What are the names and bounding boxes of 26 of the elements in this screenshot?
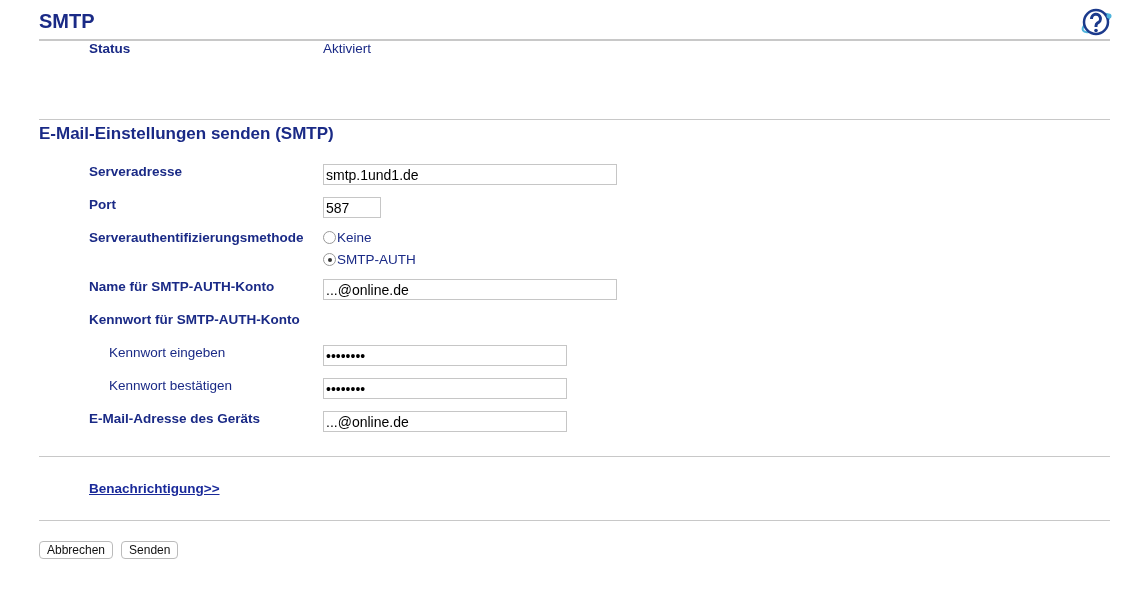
- input-field[interactable]: ••••••••: [323, 345, 567, 366]
- form-button[interactable]: Senden: [121, 541, 179, 559]
- status-label: Status: [89, 41, 132, 56]
- field-label: E-Mail-Adresse des Geräts: [89, 411, 262, 426]
- page-title: SMTP: [39, 10, 95, 33]
- field-label: Kennwort eingeben: [108, 345, 227, 360]
- section-title: E-Mail-Einstellungen senden (SMTP): [39, 124, 335, 144]
- field-label: Port: [89, 197, 117, 212]
- status-value: Aktiviert: [323, 41, 371, 56]
- radio-option[interactable]: SMTP-AUTH: [323, 252, 416, 267]
- field-label: Serveradresse: [89, 164, 184, 179]
- input-field[interactable]: smtp.1und1.de: [323, 164, 617, 185]
- input-field[interactable]: ...@online.de: [323, 411, 567, 432]
- radio-button[interactable]: [323, 231, 336, 244]
- field-label: Serverauthentifizierungsmethode: [89, 230, 305, 245]
- input-field[interactable]: ...@online.de: [323, 279, 617, 300]
- field-label: Kennwort für SMTP-AUTH-Konto: [89, 312, 301, 327]
- radio-option[interactable]: Keine: [323, 230, 416, 245]
- radio-button[interactable]: [323, 253, 336, 266]
- field-label: Name für SMTP-AUTH-Konto: [89, 279, 276, 294]
- field-label: Kennwort bestätigen: [108, 378, 234, 393]
- form-button[interactable]: Abbrechen: [39, 541, 114, 559]
- notification-link[interactable]: Benachrichtigung>>: [89, 481, 220, 496]
- input-field[interactable]: ••••••••: [323, 378, 567, 399]
- input-field[interactable]: 587: [323, 197, 381, 218]
- help-icon[interactable]: [1079, 8, 1113, 38]
